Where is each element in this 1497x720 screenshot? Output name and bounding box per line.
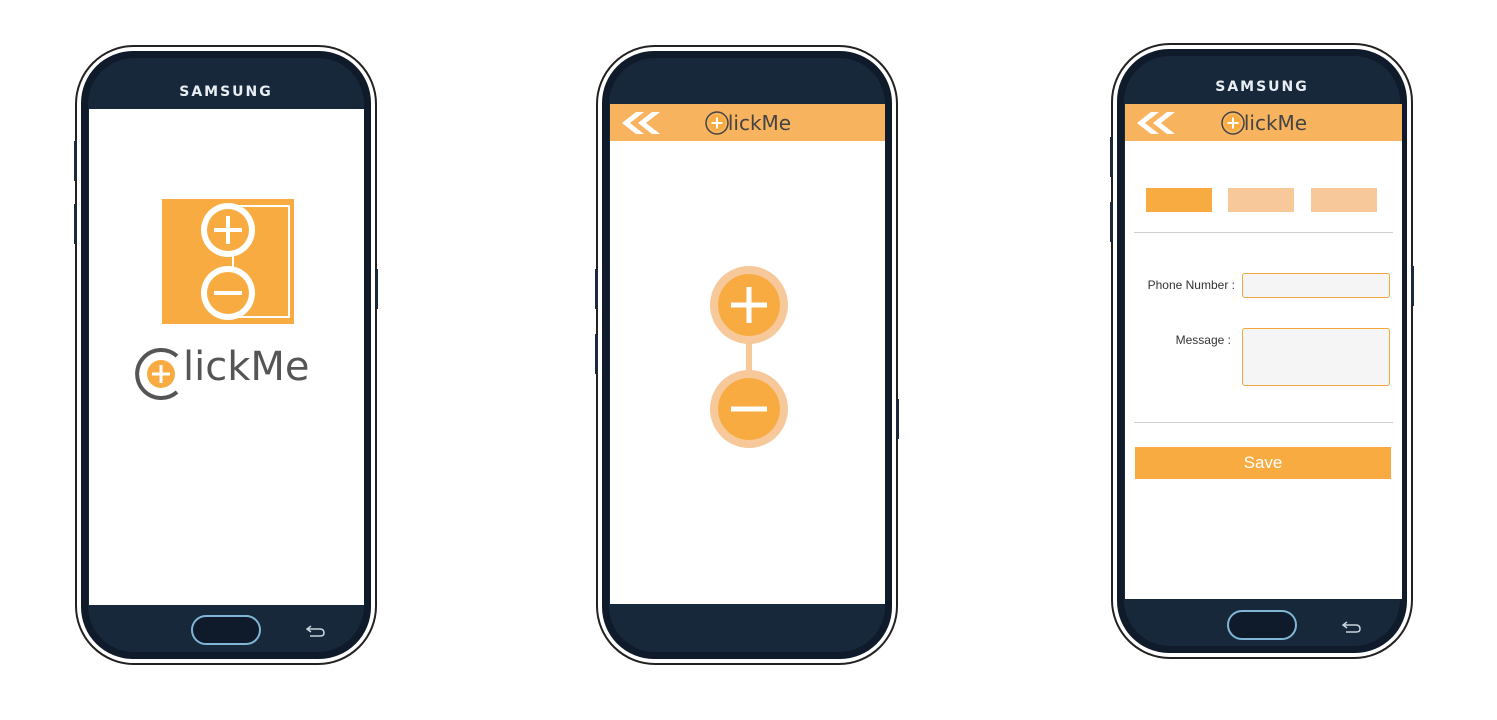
phone-form: SAMSUNG lickMe Phone Number : Message: … bbox=[1110, 42, 1414, 660]
brand-logo: SAMSUNG bbox=[179, 84, 273, 100]
message-input[interactable] bbox=[1242, 328, 1390, 386]
app-title-text: lickMe bbox=[1243, 110, 1308, 135]
app-bar: lickMe bbox=[1125, 104, 1402, 141]
plus-circle-c-icon bbox=[705, 110, 729, 135]
message-label: Message : bbox=[1175, 333, 1231, 347]
home-button[interactable] bbox=[190, 614, 262, 648]
plus-circle-c-icon bbox=[1221, 110, 1245, 135]
save-button[interactable]: Save bbox=[1135, 447, 1391, 479]
home-button[interactable] bbox=[1226, 609, 1298, 643]
back-nav-icon[interactable] bbox=[306, 622, 326, 638]
back-nav-icon[interactable] bbox=[1342, 618, 1362, 634]
divider-bottom bbox=[1134, 422, 1393, 423]
app-bar: lickMe bbox=[610, 104, 885, 141]
plus-button[interactable] bbox=[709, 265, 789, 345]
app-title-text: lickMe bbox=[727, 110, 792, 135]
phone-number-label: Phone Number : bbox=[1147, 278, 1235, 292]
phone-number-input[interactable] bbox=[1242, 273, 1390, 298]
divider-top bbox=[1134, 232, 1393, 233]
plus-circle-c-icon bbox=[135, 348, 179, 400]
phone-home: lickMe bbox=[595, 44, 899, 666]
phone-splash: SAMSUNG lickMe bbox=[74, 44, 378, 666]
app-title: lickMe bbox=[610, 104, 885, 141]
tab-1[interactable] bbox=[1146, 188, 1212, 212]
plus-minus-card-icon bbox=[162, 199, 294, 324]
tab-2[interactable] bbox=[1228, 188, 1294, 212]
tab-3[interactable] bbox=[1311, 188, 1377, 212]
form-screen: lickMe Phone Number : Message : Save bbox=[1125, 104, 1402, 599]
brand-logo: SAMSUNG bbox=[1215, 79, 1309, 95]
minus-button[interactable] bbox=[709, 369, 789, 449]
wordmark-text: lickMe bbox=[183, 344, 310, 390]
splash-screen: lickMe bbox=[89, 109, 364, 605]
app-title: lickMe bbox=[1125, 104, 1402, 141]
app-wordmark: lickMe bbox=[133, 342, 323, 402]
home-screen: lickMe bbox=[610, 104, 885, 604]
